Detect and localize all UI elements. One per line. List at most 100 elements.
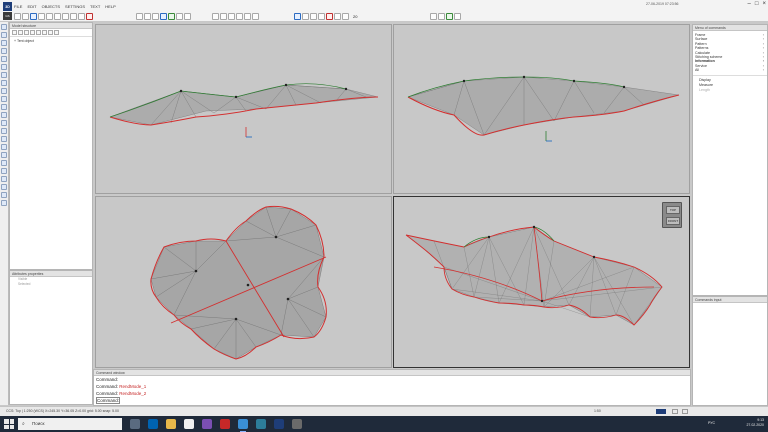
menu-item-all[interactable]: All › bbox=[693, 68, 767, 72]
viewport-front[interactable] bbox=[95, 24, 392, 194]
anchor-tool-icon[interactable] bbox=[1, 112, 7, 118]
delete-icon[interactable] bbox=[86, 12, 93, 20]
lock-icon[interactable] bbox=[42, 30, 47, 35]
command-input-line[interactable]: Command: bbox=[94, 397, 690, 404]
rectangle-tool-icon[interactable] bbox=[1, 64, 7, 70]
array-tool-icon[interactable] bbox=[1, 176, 7, 182]
store-icon[interactable] bbox=[184, 419, 194, 429]
minimize-icon[interactable]: – bbox=[748, 1, 751, 7]
polygon-tool-icon[interactable] bbox=[1, 72, 7, 78]
mesh-tool-icon[interactable] bbox=[1, 88, 7, 94]
extend-tool-icon[interactable] bbox=[1, 152, 7, 158]
app-icon[interactable] bbox=[256, 419, 266, 429]
tree-item[interactable]: + Tent object bbox=[10, 37, 92, 45]
trim-tool-icon[interactable] bbox=[1, 144, 7, 150]
maximize-icon[interactable]: □ bbox=[755, 1, 759, 7]
move-icon[interactable] bbox=[302, 12, 309, 20]
print-icon[interactable] bbox=[38, 12, 45, 20]
attribute-row[interactable]: Selected bbox=[10, 282, 92, 287]
menu-file[interactable]: FILE bbox=[14, 4, 22, 9]
erase-icon[interactable] bbox=[326, 12, 333, 20]
view-cube-front[interactable]: FRONT bbox=[666, 217, 680, 225]
visual-studio-icon[interactable] bbox=[202, 419, 212, 429]
line-icon[interactable] bbox=[212, 12, 219, 20]
app-icon-secondary[interactable] bbox=[274, 419, 284, 429]
paste-icon[interactable] bbox=[78, 12, 85, 20]
viewport-side[interactable] bbox=[393, 24, 690, 194]
edge-browser-icon[interactable] bbox=[148, 419, 158, 429]
surface-tool-icon[interactable] bbox=[1, 80, 7, 86]
stretch-tool-icon[interactable] bbox=[1, 192, 7, 198]
undo-icon[interactable] bbox=[46, 12, 53, 20]
mesh-icon[interactable] bbox=[244, 12, 251, 20]
task-view-icon[interactable] bbox=[130, 419, 140, 429]
status-scale[interactable]: 1:50 bbox=[594, 409, 601, 413]
up-icon[interactable] bbox=[24, 30, 29, 35]
render-icon[interactable] bbox=[168, 12, 175, 20]
status-toggle-icon[interactable] bbox=[682, 409, 688, 414]
line-tool-icon[interactable] bbox=[1, 40, 7, 46]
status-color-swatch[interactable] bbox=[656, 409, 666, 414]
menu-objects[interactable]: OBJECTS bbox=[42, 4, 60, 9]
rotate-icon[interactable] bbox=[252, 12, 259, 20]
copy-icon[interactable] bbox=[70, 12, 77, 20]
curve-tool-icon[interactable] bbox=[1, 48, 7, 54]
new-file-icon[interactable] bbox=[14, 12, 21, 20]
offset-tool-icon[interactable] bbox=[1, 160, 7, 166]
command-input[interactable]: Command: bbox=[96, 397, 121, 404]
measure-icon[interactable] bbox=[430, 12, 437, 20]
filter-icon[interactable] bbox=[54, 30, 59, 35]
app-icon-tertiary[interactable] bbox=[292, 419, 302, 429]
view-cube-top[interactable]: TOP bbox=[666, 206, 680, 214]
menu-text[interactable]: TEXT bbox=[90, 4, 100, 9]
hatch-tool-icon[interactable] bbox=[1, 136, 7, 142]
open-file-icon[interactable] bbox=[22, 12, 29, 20]
snap-icon[interactable] bbox=[438, 12, 445, 20]
clock[interactable]: 9:13 27.02.2020 bbox=[730, 418, 764, 428]
down-icon[interactable] bbox=[30, 30, 35, 35]
arc-icon[interactable] bbox=[228, 12, 235, 20]
view-top-icon[interactable] bbox=[136, 12, 143, 20]
select-icon[interactable] bbox=[294, 12, 301, 20]
save-icon[interactable] bbox=[30, 12, 37, 20]
view-front-icon[interactable] bbox=[144, 12, 151, 20]
circle-tool-icon[interactable] bbox=[1, 56, 7, 62]
cut-icon[interactable] bbox=[62, 12, 69, 20]
grid-icon[interactable] bbox=[342, 12, 349, 20]
dimension-tool-icon[interactable] bbox=[1, 120, 7, 126]
pattern-icon[interactable] bbox=[446, 12, 453, 20]
zoom-icon[interactable] bbox=[176, 12, 183, 20]
pan-icon[interactable] bbox=[184, 12, 191, 20]
mast-tool-icon[interactable] bbox=[1, 104, 7, 110]
settings-icon[interactable] bbox=[454, 12, 461, 20]
explode-tool-icon[interactable] bbox=[1, 200, 7, 206]
cad-app-icon[interactable] bbox=[238, 419, 248, 432]
submenu-length[interactable]: Length bbox=[693, 88, 767, 93]
point-icon[interactable] bbox=[1, 32, 7, 38]
node-icon[interactable] bbox=[236, 12, 243, 20]
visibility-icon[interactable] bbox=[36, 30, 41, 35]
viewport-plan[interactable] bbox=[95, 196, 392, 368]
mirror-icon[interactable] bbox=[318, 12, 325, 20]
file-explorer-icon[interactable] bbox=[166, 419, 176, 429]
menu-help[interactable]: HELP bbox=[105, 4, 115, 9]
scale-tool-icon[interactable] bbox=[1, 184, 7, 190]
fillet-tool-icon[interactable] bbox=[1, 168, 7, 174]
text-tool-icon[interactable] bbox=[1, 128, 7, 134]
yandex-browser-icon[interactable] bbox=[220, 419, 230, 429]
status-toggle-icon[interactable] bbox=[672, 409, 678, 414]
remove-icon[interactable] bbox=[18, 30, 23, 35]
cursor-icon[interactable] bbox=[1, 24, 7, 30]
polyline-icon[interactable] bbox=[220, 12, 227, 20]
redo-icon[interactable] bbox=[54, 12, 61, 20]
view-iso-icon[interactable] bbox=[160, 12, 167, 20]
viewport-perspective[interactable]: TOP FRONT bbox=[393, 196, 690, 368]
taskbar-search-input[interactable]: ⌕ Поиск bbox=[18, 418, 122, 430]
zoom-level[interactable]: 20 bbox=[353, 14, 357, 19]
windows-start-icon[interactable] bbox=[4, 419, 14, 429]
view-cube[interactable]: TOP FRONT bbox=[662, 202, 682, 228]
close-icon[interactable]: × bbox=[762, 1, 766, 7]
add-icon[interactable] bbox=[12, 30, 17, 35]
menu-edit[interactable]: EDIT bbox=[27, 4, 36, 9]
menu-settings[interactable]: SETTINGS bbox=[65, 4, 85, 9]
